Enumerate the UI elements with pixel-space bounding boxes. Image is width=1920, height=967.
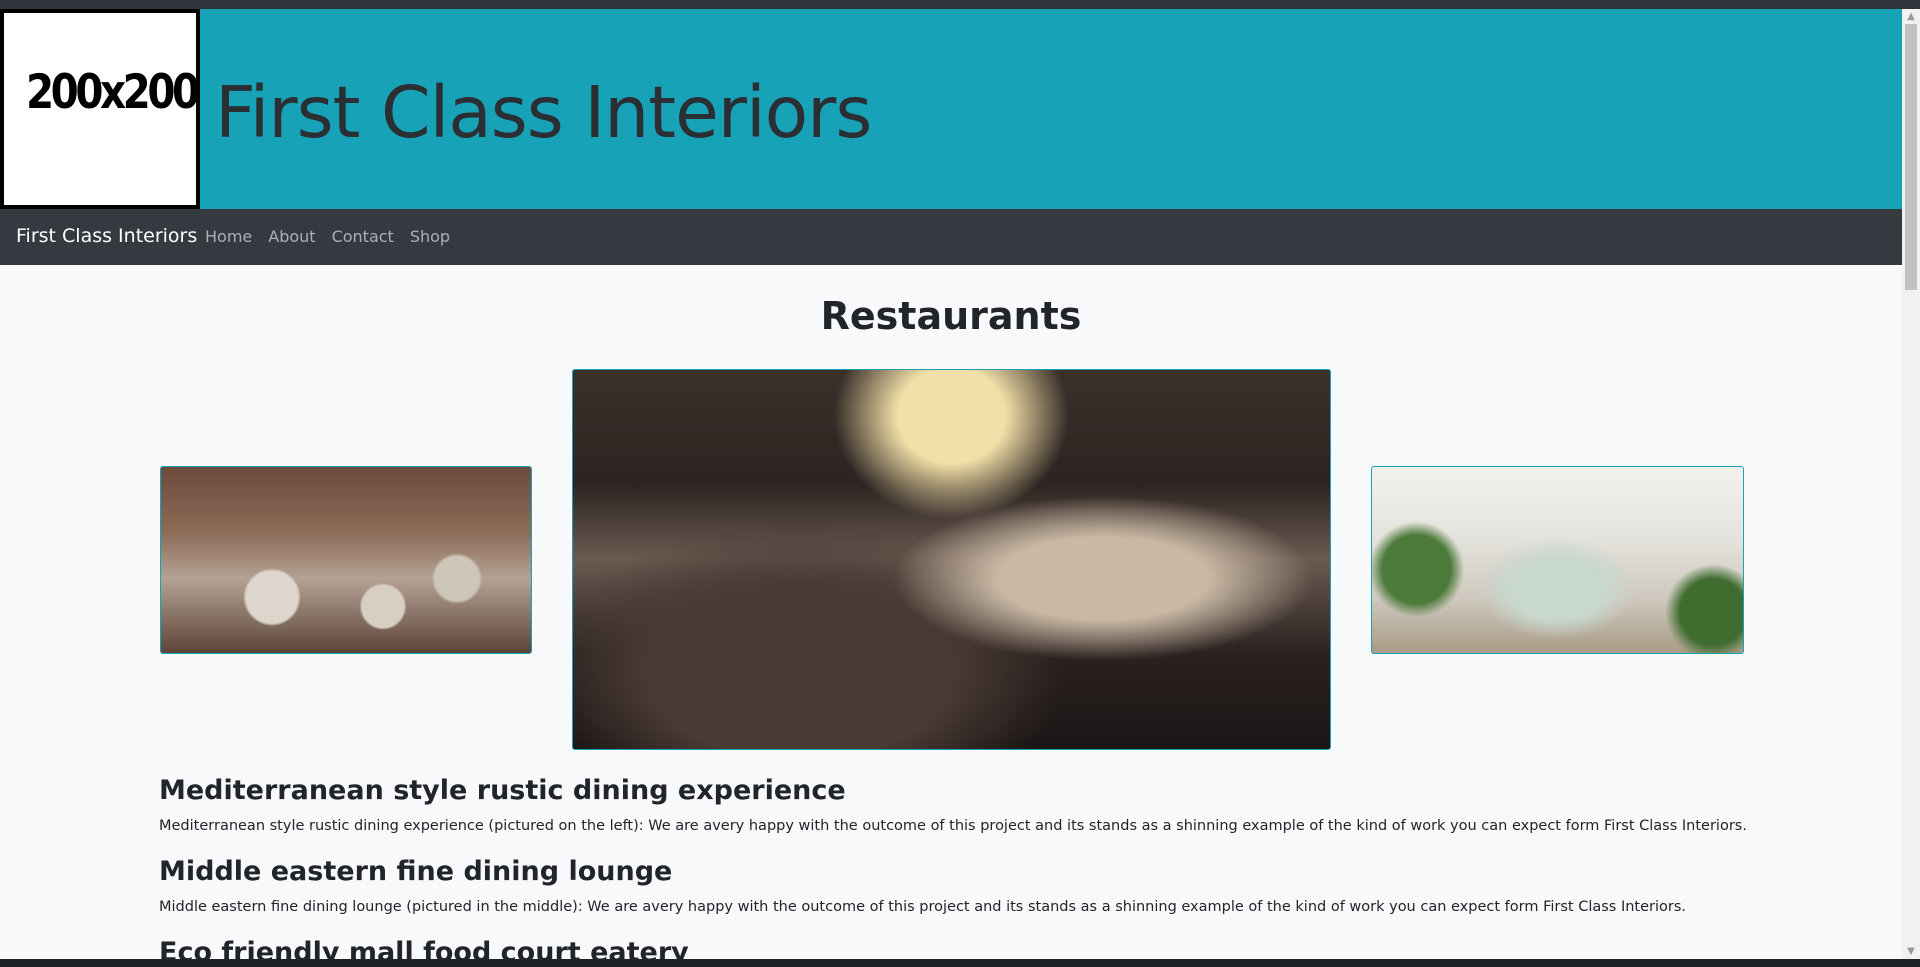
nav-link-home[interactable]: Home <box>205 227 252 246</box>
section-title: Eco friendly mall food court eatery <box>159 937 689 959</box>
scrollbar-thumb[interactable] <box>1905 24 1917 290</box>
taskbar-strip <box>0 959 1920 967</box>
restaurant-photo-middle-eastern <box>572 369 1331 750</box>
section-title: Mediterranean style rustic dining experi… <box>159 775 846 806</box>
section-title: Middle eastern fine dining lounge <box>159 856 673 887</box>
section-text: Middle eastern fine dining lounge (pictu… <box>159 899 1687 915</box>
page-heading: Restaurants <box>820 294 1082 338</box>
nav-link-shop[interactable]: Shop <box>410 227 450 246</box>
navbar: First Class Interiors Home About Contact… <box>0 209 1902 265</box>
navbar-brand[interactable]: First Class Interiors <box>16 225 197 247</box>
site-title: First Class Interiors <box>215 71 872 154</box>
section-eco-friendly: Eco friendly mall food court eatery <box>159 937 1759 959</box>
logo-placeholder: 200x200 <box>0 9 200 209</box>
site-header: 200x200 First Class Interiors <box>0 9 1902 209</box>
logo-text: 200x200 <box>26 65 197 120</box>
nav-link-about[interactable]: About <box>268 227 315 246</box>
restaurant-photo-eco-food-court <box>1371 466 1744 654</box>
browser-top-strip <box>0 0 1920 9</box>
nav-links: Home About Contact Shop <box>205 227 466 246</box>
restaurant-photo-mediterranean <box>160 466 532 654</box>
section-text: Mediterranean style rustic dining experi… <box>159 818 1747 834</box>
scroll-down-arrow-icon[interactable]: ▼ <box>1902 944 1920 959</box>
vertical-scrollbar[interactable]: ▲ ▼ <box>1902 9 1920 959</box>
page-viewport: 200x200 First Class Interiors First Clas… <box>0 9 1902 959</box>
section-middle-eastern: Middle eastern fine dining lounge Middle… <box>159 856 1759 915</box>
scroll-up-arrow-icon[interactable]: ▲ <box>1902 9 1920 24</box>
nav-link-contact[interactable]: Contact <box>332 227 394 246</box>
section-mediterranean: Mediterranean style rustic dining experi… <box>159 775 1759 834</box>
